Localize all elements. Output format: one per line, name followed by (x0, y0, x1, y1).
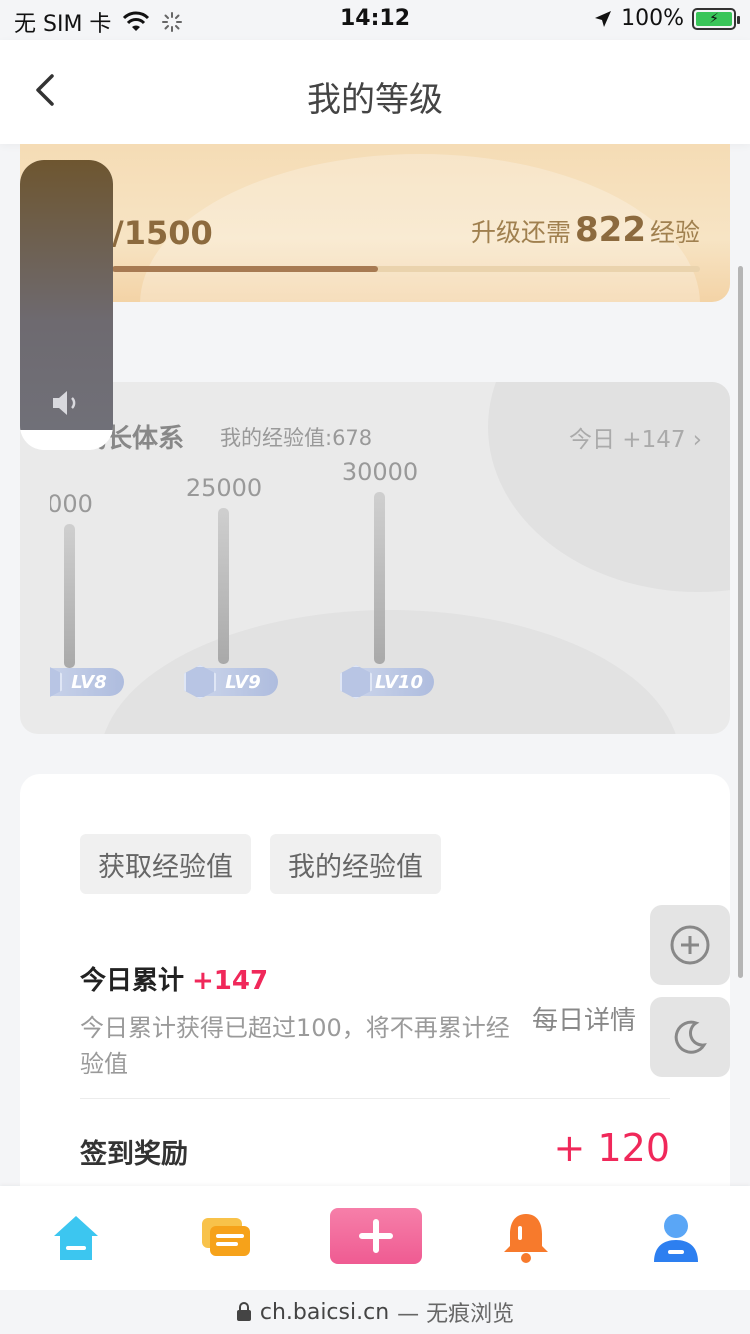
divider (80, 1098, 670, 1099)
tab-bar (0, 1186, 750, 1290)
level-progress-fill (112, 266, 378, 272)
night-mode-button[interactable] (650, 997, 730, 1077)
level-value: 25000 (185, 474, 263, 502)
level-bars: 000 LV8 25000 LV9 30000 LV10 (50, 382, 730, 734)
nav-bar: 我的等级 (0, 40, 750, 144)
level-need-prefix: 升级还需 (470, 218, 571, 247)
level-badge: LV10 (340, 665, 434, 699)
speaker-icon (53, 391, 76, 415)
location-arrow-icon (595, 10, 612, 27)
level-badge: LV9 (184, 665, 278, 699)
level-bar (218, 508, 229, 664)
chat-icon[interactable] (196, 1208, 256, 1268)
url-domain: ch.baicsi.cn (259, 1299, 390, 1325)
signin-reward-value: + 120 (553, 1126, 670, 1170)
level-badge-label: LV10 (375, 671, 423, 693)
today-description: 今日累计获得已超过100，将不再累计经验值 (80, 1014, 510, 1078)
user-icon[interactable] (646, 1208, 706, 1268)
battery-percent: 100% (621, 6, 684, 31)
growth-card: 成长体系 我的经验值:678 今日 +147 › 000 LV8 25000 L… (20, 382, 730, 734)
plus-icon (359, 1219, 393, 1253)
add-button[interactable] (330, 1208, 422, 1264)
hexagon-icon (184, 665, 216, 699)
home-icon[interactable] (46, 1208, 106, 1268)
level-column: 25000 LV9 (174, 382, 278, 734)
today-total: 今日累计 +147 (80, 960, 268, 997)
level-card: /1500 升级还需 822 经验 (20, 144, 730, 302)
level-badge-label: LV9 (225, 671, 261, 693)
tab-get-exp[interactable]: 获取经验值 (80, 834, 251, 894)
url-bar[interactable]: ch.baicsi.cn — 无痕浏览 (0, 1290, 750, 1334)
moon-icon (674, 1020, 707, 1054)
today-total-label: 今日累计 (80, 966, 185, 996)
hexagon-icon (340, 665, 372, 699)
level-column: 30000 LV10 (330, 382, 434, 734)
status-bar: 无 SIM 卡 14:12 100% ⚡ (0, 0, 750, 40)
status-right: 100% ⚡ (593, 6, 740, 31)
zoom-in-button[interactable] (650, 905, 730, 985)
scrollbar[interactable] (738, 266, 743, 978)
daily-detail-link[interactable]: 每日详情 (532, 1000, 636, 1037)
page-title: 我的等级 (307, 80, 443, 120)
volume-hud[interactable] (20, 160, 113, 450)
hexagon-icon (50, 665, 62, 699)
url-mode: — 无痕浏览 (397, 1302, 515, 1327)
lock-icon (236, 1302, 251, 1321)
level-need-suffix: 经验 (649, 218, 700, 247)
signin-reward-label: 签到奖励 (80, 1139, 188, 1170)
level-bar (374, 492, 385, 664)
plus-circle-icon (670, 925, 710, 965)
level-bar (64, 524, 75, 668)
level-value: 30000 (341, 458, 419, 486)
level-badge-label: LV8 (71, 671, 107, 693)
level-value: 000 (50, 490, 93, 518)
battery-icon: ⚡ (692, 7, 740, 30)
level-need: 升级还需 822 经验 (471, 210, 700, 250)
today-total-value: +147 (192, 966, 269, 996)
bell-icon[interactable] (496, 1208, 556, 1268)
level-progress-text: /1500 (112, 214, 213, 252)
tab-my-exp[interactable]: 我的经验值 (270, 834, 441, 894)
level-progress-bar (112, 266, 700, 272)
level-badge: LV8 (50, 665, 124, 699)
level-need-value: 822 (575, 210, 646, 250)
